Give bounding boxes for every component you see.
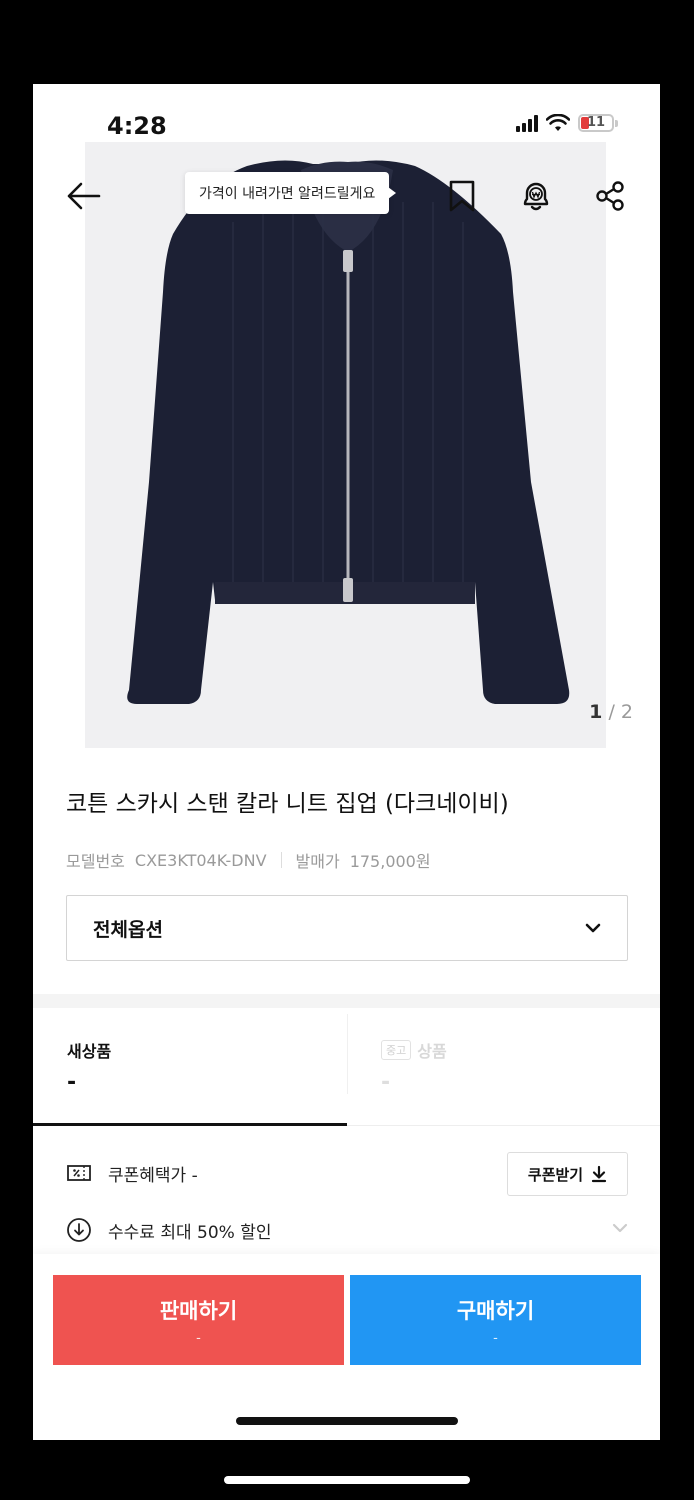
outer-home-indicator bbox=[224, 1476, 470, 1484]
tab-used-label-group: 중고 상품 bbox=[381, 1038, 447, 1062]
buy-button-price: - bbox=[493, 1330, 498, 1346]
section-divider bbox=[33, 994, 660, 1008]
back-arrow-icon bbox=[67, 182, 101, 210]
product-photo bbox=[127, 160, 570, 704]
used-badge: 중고 bbox=[381, 1040, 412, 1060]
share-button[interactable] bbox=[590, 176, 630, 216]
fee-discount-label: 수수료 최대 50% 할인 bbox=[108, 1222, 272, 1243]
gallery-separator: / bbox=[608, 701, 615, 723]
coupon-price-row: 쿠폰혜택가 - bbox=[66, 1160, 198, 1186]
tab-used-price: - bbox=[381, 1070, 391, 1095]
release-price-label: 발매가 bbox=[295, 852, 340, 871]
tab-divider bbox=[347, 1014, 348, 1094]
product-title: 코튼 스카시 스탠 칼라 니트 집업 (다크네이비) bbox=[66, 791, 509, 817]
fee-discount-row[interactable]: 수수료 최대 50% 할인 bbox=[66, 1217, 271, 1243]
tab-used-product[interactable]: 중고 상품 - bbox=[347, 1008, 660, 1126]
gallery-current-page: 1 bbox=[589, 701, 603, 723]
price-alert-bell-icon bbox=[523, 182, 549, 211]
price-drop-tooltip: 가격이 내려가면 알려드릴게요 bbox=[185, 172, 397, 214]
option-select-label: 전체옵션 bbox=[93, 918, 163, 941]
sell-button-label: 판매하기 bbox=[159, 1298, 238, 1323]
battery-icon: 11 bbox=[578, 114, 614, 132]
download-icon bbox=[591, 1165, 607, 1183]
get-coupon-label: 쿠폰받기 bbox=[527, 1165, 584, 1184]
buy-button-label: 구매하기 bbox=[456, 1298, 535, 1323]
meta-divider bbox=[280, 852, 282, 868]
bookmark-button[interactable] bbox=[442, 176, 482, 216]
buy-button[interactable]: 구매하기 - bbox=[350, 1275, 641, 1365]
cellular-signal-icon bbox=[516, 114, 538, 132]
battery-cap bbox=[615, 119, 618, 127]
coupon-icon bbox=[66, 1160, 92, 1186]
home-indicator[interactable] bbox=[236, 1417, 458, 1425]
share-icon bbox=[596, 181, 624, 211]
gallery-page-counter: 1 / 2 bbox=[589, 701, 633, 723]
bookmark-icon bbox=[449, 180, 475, 212]
back-button[interactable] bbox=[63, 176, 103, 216]
option-select[interactable]: 전체옵션 bbox=[66, 895, 628, 961]
tab-new-price: - bbox=[67, 1070, 77, 1095]
coupon-price-label: 쿠폰혜택가 - bbox=[108, 1165, 198, 1186]
model-number-value: CXE3KT04K-DNV bbox=[134, 850, 267, 870]
status-icons: 11 bbox=[516, 114, 618, 132]
tab-used-label: 상품 bbox=[417, 1042, 447, 1061]
status-time: 4:28 bbox=[107, 112, 167, 140]
get-coupon-button[interactable]: 쿠폰받기 bbox=[507, 1152, 628, 1196]
fee-discount-icon bbox=[66, 1217, 92, 1243]
phone-screen: 4:28 11 가격이 내려가면 알려드릴게요 1 / 2 코튼 스카시 스탠 … bbox=[33, 84, 660, 1440]
expand-chevron-icon[interactable] bbox=[612, 1223, 628, 1233]
model-number-label: 모델번호 bbox=[66, 852, 125, 871]
battery-percent: 11 bbox=[586, 115, 606, 130]
wifi-icon bbox=[546, 114, 570, 131]
tab-new-label: 새상품 bbox=[67, 1042, 112, 1061]
product-meta: 모델번호 CXE3KT04K-DNV 발매가 175,000원 bbox=[66, 848, 431, 872]
sell-button[interactable]: 판매하기 - bbox=[53, 1275, 344, 1365]
chevron-down-icon bbox=[585, 923, 601, 933]
gallery-total-pages: 2 bbox=[620, 701, 633, 723]
release-price-value: 175,000원 bbox=[349, 852, 431, 871]
price-alert-button[interactable] bbox=[516, 176, 556, 216]
tab-new-product[interactable]: 새상품 - bbox=[33, 1008, 347, 1126]
product-image-gallery[interactable] bbox=[33, 142, 660, 748]
sell-button-price: - bbox=[196, 1330, 201, 1346]
